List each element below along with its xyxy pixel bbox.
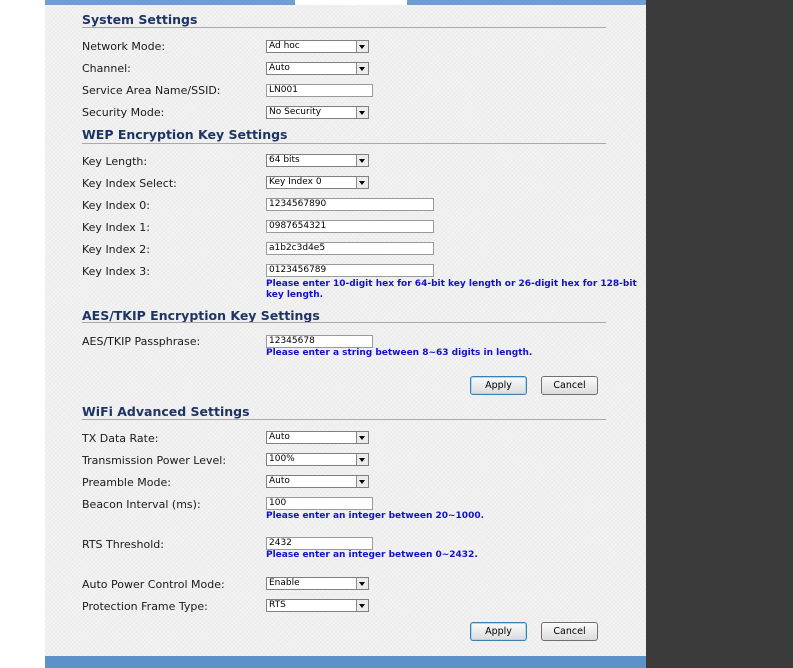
chevron-down-icon[interactable]: [356, 41, 368, 52]
tx-rate-label: TX Data Rate:: [82, 432, 159, 445]
key-index-3-input[interactable]: 0123456789: [266, 264, 434, 277]
power-level-select[interactable]: 100%: [266, 453, 369, 466]
apply-button[interactable]: Apply: [470, 376, 527, 395]
tx-rate-select[interactable]: Auto: [266, 431, 369, 444]
key-index-1-label: Key Index 1:: [82, 221, 150, 234]
key-index-0-label: Key Index 0:: [82, 199, 150, 212]
network-mode-select[interactable]: Ad hoc: [266, 40, 369, 53]
wep-key-hint-cont: key length.: [266, 290, 324, 300]
protection-frame-select[interactable]: RTS: [266, 599, 369, 612]
key-index-2-label: Key Index 2:: [82, 243, 150, 256]
chevron-down-icon[interactable]: [356, 476, 368, 487]
aes-settings-heading: AES/TKIP Encryption Key Settings: [82, 308, 320, 323]
channel-select[interactable]: Auto: [266, 62, 369, 75]
network-mode-label: Network Mode:: [82, 40, 166, 53]
rts-threshold-input[interactable]: 2432: [266, 537, 373, 550]
system-settings-heading: System Settings: [82, 12, 198, 27]
key-length-label: Key Length:: [82, 155, 148, 168]
wifi-advanced-heading: WiFi Advanced Settings: [82, 404, 250, 419]
preamble-value: Auto: [269, 476, 290, 486]
protection-frame-value: RTS: [269, 600, 286, 610]
cancel-button[interactable]: Cancel: [541, 622, 598, 641]
aes-settings-rule: [82, 322, 606, 323]
aes-passphrase-input[interactable]: 12345678: [266, 335, 373, 348]
beacon-interval-label: Beacon Interval (ms):: [82, 498, 201, 511]
beacon-interval-input[interactable]: 100: [266, 497, 373, 510]
tx-rate-value: Auto: [269, 432, 290, 442]
chevron-down-icon[interactable]: [356, 578, 368, 589]
rts-threshold-label: RTS Threshold:: [82, 538, 164, 551]
bottom-strip: [45, 656, 646, 668]
settings-panel: [45, 0, 646, 668]
auto-power-label: Auto Power Control Mode:: [82, 578, 225, 591]
security-mode-value: No Security: [269, 107, 322, 117]
chevron-down-icon[interactable]: [356, 155, 368, 166]
chevron-down-icon[interactable]: [356, 600, 368, 611]
chevron-down-icon[interactable]: [356, 432, 368, 443]
key-index-select-value: Key Index 0: [269, 177, 322, 187]
key-index-1-input[interactable]: 0987654321: [266, 220, 434, 233]
top-strip-gap: [295, 0, 407, 5]
cancel-button[interactable]: Cancel: [541, 376, 598, 395]
wifi-advanced-rule: [82, 419, 606, 420]
auto-power-value: Enable: [269, 578, 300, 588]
power-level-value: 100%: [269, 454, 295, 464]
wep-key-hint: Please enter 10-digit hex for 64-bit key…: [266, 279, 637, 289]
chevron-down-icon[interactable]: [356, 177, 368, 188]
key-index-select-label: Key Index Select:: [82, 177, 177, 190]
aes-passphrase-label: AES/TKIP Passphrase:: [82, 335, 201, 348]
auto-power-select[interactable]: Enable: [266, 577, 369, 590]
channel-value: Auto: [269, 63, 290, 73]
wep-settings-heading: WEP Encryption Key Settings: [82, 127, 288, 142]
key-index-3-label: Key Index 3:: [82, 265, 150, 278]
key-length-value: 64 bits: [269, 155, 300, 165]
security-mode-select[interactable]: No Security: [266, 106, 369, 119]
aes-passphrase-hint: Please enter a string between 8~63 digit…: [266, 348, 533, 358]
top-strip: [45, 0, 646, 5]
beacon-interval-hint: Please enter an integer between 20~1000.: [266, 511, 485, 521]
ssid-input[interactable]: LN001: [266, 84, 373, 97]
ssid-label: Service Area Name/SSID:: [82, 84, 221, 97]
system-settings-rule: [82, 27, 606, 28]
protection-frame-label: Protection Frame Type:: [82, 600, 208, 613]
chevron-down-icon[interactable]: [356, 454, 368, 465]
preamble-label: Preamble Mode:: [82, 476, 171, 489]
key-index-select[interactable]: Key Index 0: [266, 176, 369, 189]
chevron-down-icon[interactable]: [356, 107, 368, 118]
apply-button[interactable]: Apply: [470, 622, 527, 641]
key-index-2-input[interactable]: a1b2c3d4e5: [266, 242, 434, 255]
right-background: [646, 0, 793, 668]
wep-settings-rule: [82, 143, 606, 144]
key-index-0-input[interactable]: 1234567890: [266, 198, 434, 211]
chevron-down-icon[interactable]: [356, 63, 368, 74]
security-mode-label: Security Mode:: [82, 106, 165, 119]
left-gutter: [0, 0, 45, 668]
preamble-select[interactable]: Auto: [266, 475, 369, 488]
channel-label: Channel:: [82, 62, 131, 75]
network-mode-value: Ad hoc: [269, 41, 300, 51]
key-length-select[interactable]: 64 bits: [266, 154, 369, 167]
rts-threshold-hint: Please enter an integer between 0~2432.: [266, 550, 478, 560]
power-level-label: Transmission Power Level:: [82, 454, 227, 467]
